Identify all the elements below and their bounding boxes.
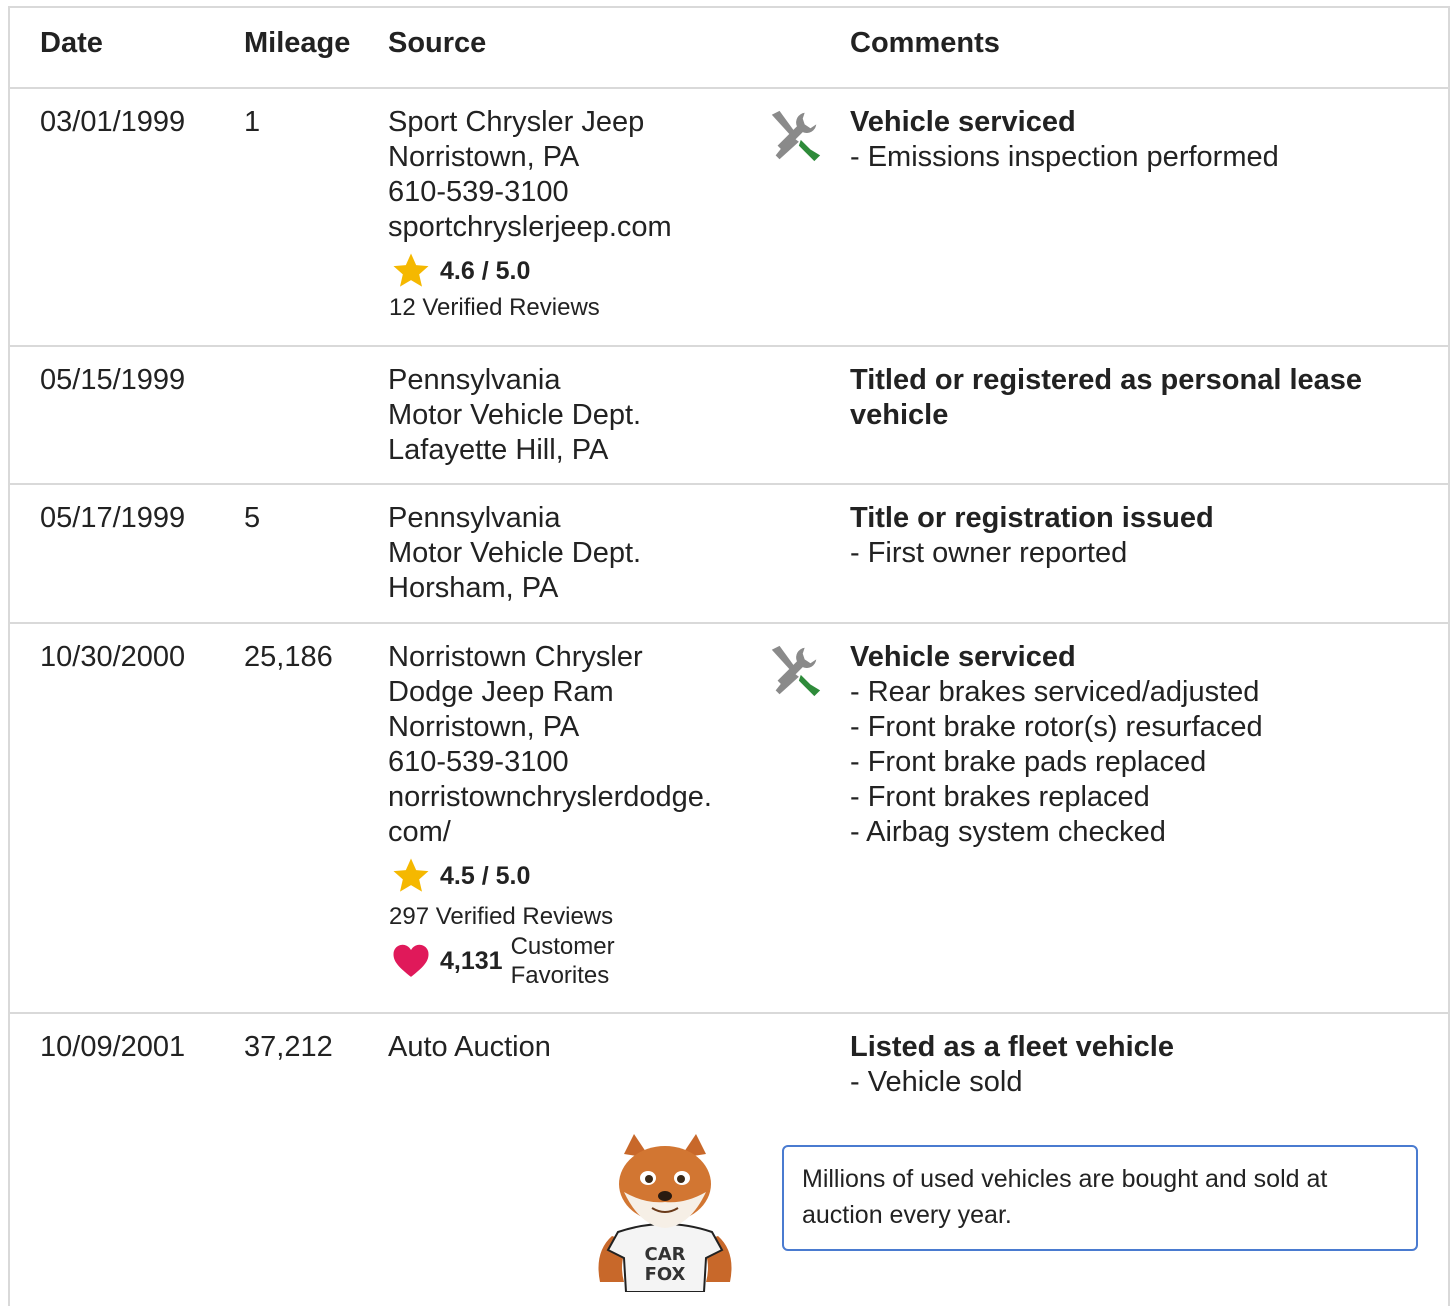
comment-list: - Emissions inspection performed: [850, 140, 1279, 175]
table-header: Date Mileage Source Comments: [8, 6, 1450, 89]
row-date: 05/17/1999: [40, 502, 186, 534]
list-item: - First owner reported: [850, 537, 1128, 569]
header-comments: Comments: [850, 27, 1000, 59]
list-item: - Airbag system checked: [850, 816, 1166, 848]
comment-title: Vehicle serviced: [850, 106, 1076, 138]
row-mileage: 1: [244, 106, 261, 138]
row-mileage: 25,186: [244, 641, 333, 673]
list-item: - Vehicle sold: [850, 1066, 1023, 1098]
row-source: Pennsylvania Motor Vehicle Dept. Horsham…: [388, 502, 642, 604]
list-item: - Rear brakes serviced/adjusted: [850, 676, 1260, 708]
dealer-rating[interactable]: 4.5 / 5.0: [390, 856, 530, 896]
favorites-label: Customer Favorites: [510, 933, 615, 989]
rating-value: 4.6 / 5.0: [440, 256, 531, 285]
star-icon: [393, 858, 429, 892]
row-mileage: 5: [244, 502, 261, 534]
comment-title: Vehicle serviced: [850, 641, 1076, 673]
table-row: 03/01/1999 1 Sport Chrysler Jeep Norrist…: [8, 89, 1450, 347]
header-date: Date: [40, 27, 103, 59]
list-item: - Front brake rotor(s) resurfaced: [850, 711, 1263, 743]
row-date: 10/09/2001: [40, 1031, 186, 1063]
table-row: 05/15/1999 Pennsylvania Motor Vehicle De…: [8, 347, 1450, 485]
star-icon: [393, 253, 429, 287]
table-row: 05/17/1999 5 Pennsylvania Motor Vehicle …: [8, 485, 1450, 624]
rating-value: 4.5 / 5.0: [440, 861, 531, 890]
heart-icon: [393, 944, 429, 977]
customer-favorites[interactable]: 4,131 Customer Favorites: [390, 932, 615, 990]
list-item: - Front brake pads replaced: [850, 746, 1207, 778]
favorites-count: 4,131: [440, 946, 503, 975]
header-mileage: Mileage: [244, 27, 351, 59]
row-source: Sport Chrysler Jeep Norristown, PA 610-5…: [388, 106, 672, 243]
row-mileage: 37,212: [244, 1031, 333, 1063]
row-source: Norristown Chrysler Dodge Jeep Ram Norri…: [388, 641, 712, 848]
svg-text:FOX: FOX: [645, 1264, 686, 1285]
list-item: - Front brakes replaced: [850, 781, 1150, 813]
comment-list: - Vehicle sold: [850, 1065, 1023, 1100]
comment-title: Titled or registered as personal lease v…: [850, 364, 1363, 431]
comment-title: Title or registration issued: [850, 502, 1214, 534]
review-count[interactable]: 12 Verified Reviews: [389, 293, 600, 323]
comment-title: Listed as a fleet vehicle: [850, 1031, 1174, 1063]
comment-list: - First owner reported: [850, 536, 1127, 571]
row-date: 05/15/1999: [40, 364, 186, 396]
service-tools-icon: [771, 645, 821, 697]
comment-list: - Rear brakes serviced/adjusted - Front …: [850, 675, 1263, 850]
dealer-rating[interactable]: 4.6 / 5.0: [390, 251, 530, 291]
table-row: 10/30/2000 25,186 Norristown Chrysler Do…: [8, 624, 1450, 1014]
header-source: Source: [388, 27, 487, 59]
carfox-mascot-icon: CAR FOX: [598, 1134, 732, 1292]
row-date: 03/01/1999: [40, 106, 186, 138]
svg-text:CAR: CAR: [644, 1244, 685, 1265]
review-count[interactable]: 297 Verified Reviews: [389, 902, 613, 932]
auction-callout: Millions of used vehicles are bought and…: [782, 1145, 1418, 1251]
row-source: Pennsylvania Motor Vehicle Dept. Lafayet…: [388, 364, 642, 466]
list-item: - Emissions inspection performed: [850, 141, 1279, 173]
row-date: 10/30/2000: [40, 641, 186, 673]
row-source: Auto Auction: [388, 1031, 551, 1063]
service-tools-icon: [771, 110, 821, 162]
